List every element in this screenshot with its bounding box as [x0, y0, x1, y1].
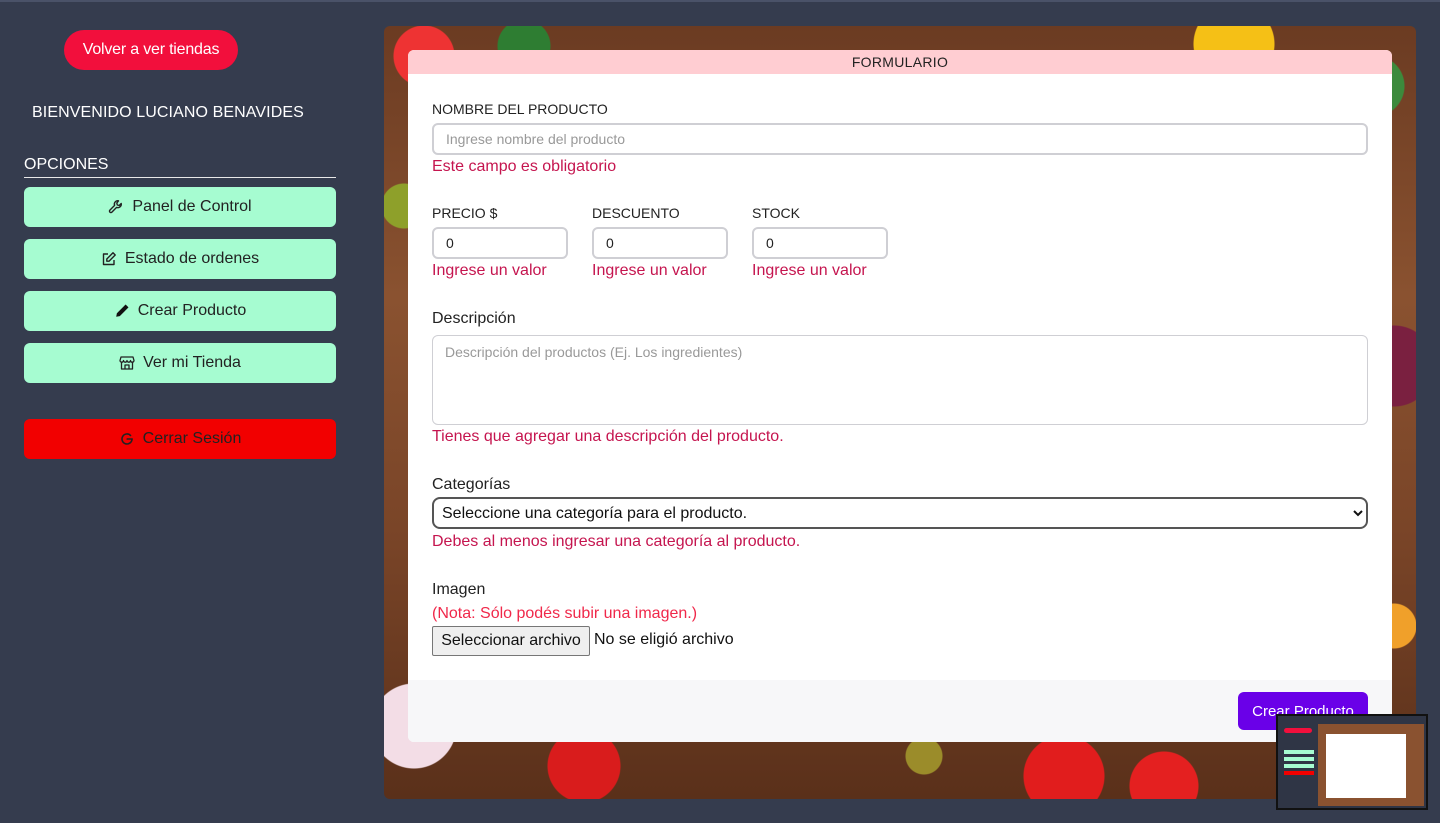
thumbnail-menu-line: [1284, 771, 1314, 775]
pencil-icon: [115, 304, 129, 317]
edit-icon: [102, 252, 116, 266]
sidebar-item-label: Crear Producto: [137, 302, 247, 319]
product-name-label: NOMBRE DEL PRODUCTO: [432, 101, 608, 117]
description-label: Descripción: [432, 310, 516, 327]
stock-error: Ingrese un valor: [752, 262, 867, 279]
stock-input[interactable]: [752, 227, 888, 259]
product-name-error: Este campo es obligatorio: [432, 158, 617, 175]
thumbnail-card: [1326, 734, 1406, 798]
sidebar-item-label: Ver mi Tienda: [143, 354, 241, 371]
categories-error: Debes al menos ingresar una categoría al…: [432, 533, 801, 550]
image-note: (Nota: Sólo podés subir una imagen.): [432, 605, 698, 622]
discount-error: Ingrese un valor: [592, 262, 707, 279]
sidebar-item-label: Panel de Control: [132, 198, 252, 215]
thumbnail-red-bar: [1284, 728, 1312, 733]
product-form-card: FORMULARIO NOMBRE DEL PRODUCTO Este camp…: [408, 50, 1392, 742]
sidebar-item-control-panel[interactable]: Panel de Control: [24, 187, 336, 227]
welcome-message: BIENVENIDO LUCIANO BENAVIDES: [32, 104, 304, 121]
sidebar-item-order-status[interactable]: Estado de ordenes: [24, 239, 336, 279]
thumbnail-menu-line: [1284, 757, 1314, 761]
back-to-stores-button[interactable]: Volver a ver tiendas: [64, 30, 238, 70]
category-select[interactable]: Seleccione una categoría para el product…: [432, 497, 1368, 529]
form-header: FORMULARIO: [408, 50, 1392, 74]
options-heading: OPCIONES: [24, 156, 336, 178]
window-top-line: [0, 0, 1440, 2]
sidebar-item-label: Estado de ordenes: [124, 250, 260, 267]
categories-label: Categorías: [432, 476, 511, 493]
wrench-icon: [109, 200, 123, 214]
stock-label: STOCK: [752, 205, 800, 221]
discount-input[interactable]: [592, 227, 728, 259]
google-icon: [120, 433, 133, 445]
price-error: Ingrese un valor: [432, 262, 547, 279]
price-input[interactable]: [432, 227, 568, 259]
logout-button[interactable]: Cerrar Sesión: [24, 419, 336, 459]
screenshot-thumbnail[interactable]: [1276, 714, 1428, 810]
sidebar-item-view-store[interactable]: Ver mi Tienda: [24, 343, 336, 383]
image-label: Imagen: [432, 581, 486, 598]
file-status-text: No se eligió archivo: [594, 631, 734, 648]
price-label: PRECIO $: [432, 205, 498, 221]
thumbnail-menu-line: [1284, 764, 1314, 768]
thumbnail-menu-line: [1284, 750, 1314, 754]
product-name-input[interactable]: [432, 123, 1368, 155]
description-error: Tienes que agregar una descripción del p…: [432, 428, 784, 445]
store-icon: [119, 356, 135, 370]
description-textarea[interactable]: [432, 335, 1368, 425]
discount-label: DESCUENTO: [592, 205, 680, 221]
choose-file-button[interactable]: Seleccionar archivo: [432, 626, 590, 656]
logout-label: Cerrar Sesión: [142, 430, 242, 447]
thumbnail-image: [1318, 724, 1424, 806]
sidebar-item-create-product[interactable]: Crear Producto: [24, 291, 336, 331]
